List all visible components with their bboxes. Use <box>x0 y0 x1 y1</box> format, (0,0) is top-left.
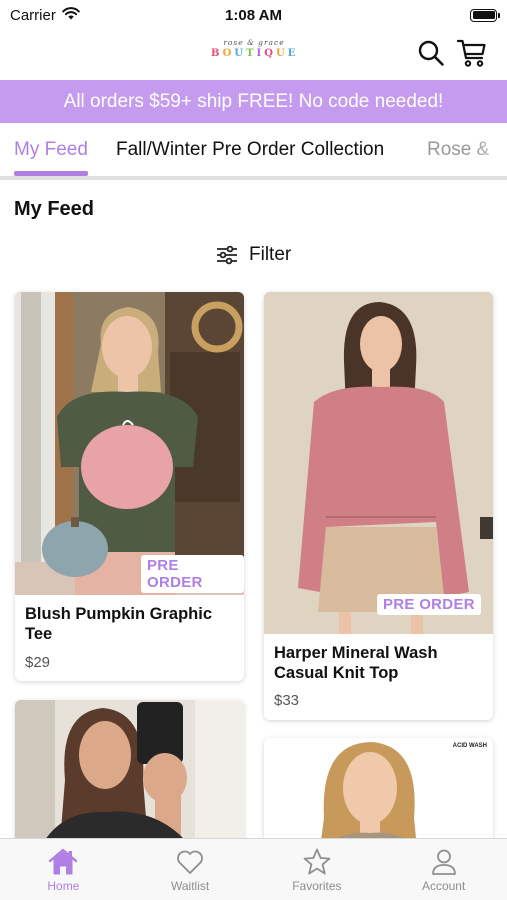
person-icon <box>431 849 456 875</box>
battery-icon <box>470 8 500 22</box>
product-name[interactable]: Blush Pumpkin Graphic Tee <box>25 604 235 644</box>
product-name[interactable]: Harper Mineral Wash Casual Knit Top <box>274 643 484 683</box>
tab-account[interactable]: Account <box>380 839 507 900</box>
cart-icon <box>456 39 486 67</box>
filter-label: Filter <box>249 244 292 265</box>
tab-my-feed[interactable]: My Feed <box>14 139 88 176</box>
star-icon <box>303 848 331 875</box>
tab-favorites-label: Favorites <box>292 879 342 893</box>
tab-fall-winter-pre-order[interactable]: Fall/Winter Pre Order Collection <box>116 139 384 161</box>
filter-button[interactable]: Filter <box>215 244 291 266</box>
tab-home[interactable]: Home <box>0 839 127 900</box>
product-card[interactable]: PRE ORDER Harper Mineral Wash Casual Kni… <box>264 292 493 720</box>
app-header: rose & grace BOUTIQUE <box>0 30 507 80</box>
page-title: My Feed <box>14 198 95 220</box>
store-logo[interactable]: rose & grace BOUTIQUE <box>211 38 297 59</box>
tab-waitlist-label: Waitlist <box>171 879 210 893</box>
product-tag: ACID WASH <box>452 743 487 749</box>
status-bar: Carrier 1:08 AM <box>0 0 507 30</box>
filter-icon <box>217 245 237 265</box>
pre-order-badge: PRE ORDER <box>377 594 481 615</box>
search-icon <box>418 40 444 66</box>
promo-text: All orders $59+ ship FREE! No code neede… <box>63 90 444 112</box>
product-price: $33 <box>274 692 300 709</box>
tab-favorites[interactable]: Favorites <box>254 839 381 900</box>
status-left: Carrier <box>10 7 80 24</box>
promo-banner[interactable]: All orders $59+ ship FREE! No code neede… <box>0 80 507 123</box>
wifi-icon <box>62 6 80 24</box>
product-image[interactable]: PRE ORDER <box>264 292 493 634</box>
logo-script: rose & grace <box>223 38 285 47</box>
cart-button[interactable] <box>455 36 489 70</box>
category-tabs: My Feed Fall/Winter Pre Order Collection… <box>0 123 507 180</box>
pre-order-badge: PRE ORDER <box>141 555 244 593</box>
bottom-tab-bar: Home Waitlist Favorites Account <box>0 838 507 900</box>
home-icon <box>49 848 78 875</box>
tabs-fade <box>477 123 507 176</box>
tab-account-label: Account <box>421 879 466 893</box>
product-card[interactable]: PRE ORDER Blush Pumpkin Graphic Tee $29 <box>15 292 244 681</box>
product-price: $29 <box>25 654 51 671</box>
tab-waitlist[interactable]: Waitlist <box>127 839 254 900</box>
heart-icon <box>177 850 204 874</box>
product-image[interactable]: PRE ORDER <box>15 292 244 595</box>
tab-home-label: Home <box>47 879 80 893</box>
carrier-label: Carrier <box>10 6 56 24</box>
search-button[interactable] <box>414 36 448 70</box>
logo-wordmark: BOUTIQUE <box>211 48 299 59</box>
